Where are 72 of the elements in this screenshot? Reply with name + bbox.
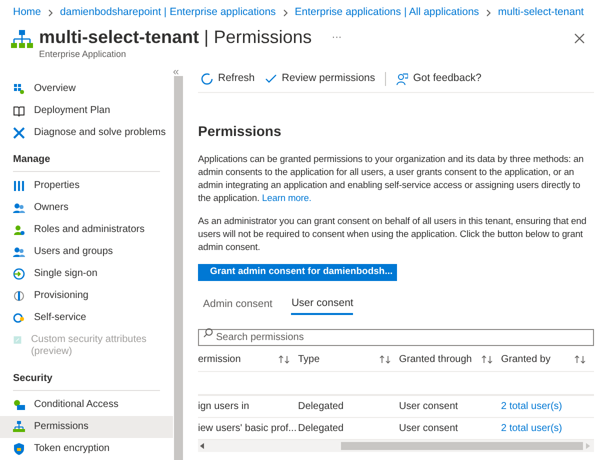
table-cell-text: User consent: [399, 422, 459, 436]
sidebar-item[interactable]: Roles and administrators: [0, 219, 173, 241]
column-header[interactable]: Type: [298, 352, 320, 367]
shield-icon: [13, 443, 25, 455]
app-icon: [11, 29, 33, 51]
breadcrumb-link[interactable]: multi-select-tenant: [498, 5, 584, 21]
people-icon: [13, 246, 25, 258]
granted-by-link[interactable]: 2 total user(s): [501, 421, 594, 436]
close-icon[interactable]: [574, 33, 585, 44]
chevron-icon: [48, 9, 54, 17]
checkmark-icon: [264, 73, 277, 85]
tab[interactable]: User consent: [291, 295, 354, 315]
table-cell-text: Delegated: [298, 400, 345, 414]
chevron-icon: [282, 9, 288, 17]
toolbar-button[interactable]: Refresh: [201, 71, 255, 87]
sidebar-item[interactable]: Provisioning: [0, 285, 173, 307]
tab[interactable]: Admin consent: [203, 295, 272, 315]
consent-note: As an administrator you can grant consent on behalf of all users in this tenant, ensuring that end users will not be required to consent when using the application. Click the button below to grant admin consent.: [198, 214, 588, 253]
toolbar-button[interactable]: Review permissions: [264, 71, 376, 87]
refresh-icon: [201, 73, 213, 85]
column-header[interactable]: ermission: [198, 352, 241, 367]
table-cell-text: User consent: [399, 400, 459, 414]
grid-icon: [13, 83, 25, 95]
page-title: multi-select-tenant | Permissions: [39, 26, 312, 48]
granted-by-link[interactable]: 2 total user(s): [501, 399, 594, 414]
sidebar-item[interactable]: Properties: [0, 175, 173, 197]
breadcrumb-link[interactable]: damienbodsharepoint | Enterprise applications: [60, 5, 276, 21]
feedback-icon: [396, 73, 408, 85]
collapse-button[interactable]: «: [172, 66, 179, 78]
section-heading: Security: [13, 371, 160, 391]
table-cell-text: ign users in: [198, 400, 250, 414]
scrollbar[interactable]: [174, 76, 183, 460]
sidebar-item[interactable]: Deployment Plan: [0, 100, 173, 122]
sort-icon[interactable]: [481, 355, 493, 364]
sort-icon[interactable]: [278, 355, 290, 364]
bars-icon: [13, 180, 25, 192]
sidebar-item[interactable]: Permissions: [0, 416, 173, 438]
table-cell-text: Delegated: [298, 422, 345, 436]
more-button[interactable]: ···: [332, 30, 342, 44]
grant-consent-button[interactable]: Grant admin consent for damienbodsh...: [198, 264, 397, 281]
sidebar-item[interactable]: Self-service: [0, 307, 173, 329]
sort-icon[interactable]: [574, 355, 586, 364]
sidebar-item[interactable]: Token encryption: [0, 438, 173, 460]
book-icon: [13, 105, 25, 117]
learn-more-link[interactable]: Learn more.: [262, 192, 312, 203]
chevron-icon: [486, 9, 492, 17]
search-icon: [203, 328, 213, 338]
breadcrumb-link[interactable]: Enterprise applications | All applications: [294, 5, 480, 21]
intro-paragraph: Applications can be granted permissions to your organization and its data by three methods: an admin consents to the application for all users, a user grants consent to the application, or an admin integrating an application and enabling self-service access or assigning users directly to the application. Learn more.: [198, 152, 585, 204]
table-cell-text: iew users' basic prof...: [198, 422, 298, 436]
page-subtitle: Enterprise Application: [39, 48, 128, 61]
column-header[interactable]: Granted by: [501, 352, 550, 367]
sidebar-item[interactable]: Diagnose and solve problems: [0, 122, 173, 144]
sidebar-item[interactable]: Single sign-on: [0, 263, 173, 285]
toolbar-button[interactable]: Got feedback?: [396, 71, 482, 87]
breadcrumb-link[interactable]: Home: [13, 5, 42, 21]
scroll-left-icon[interactable]: [198, 442, 206, 450]
section-heading: Manage: [13, 152, 160, 172]
column-header[interactable]: Granted through: [399, 352, 472, 367]
sort-icon[interactable]: [379, 355, 391, 364]
sidebar-item[interactable]: Overview: [0, 78, 173, 100]
people-icon: [13, 202, 25, 214]
person-icon: [13, 224, 25, 236]
hierarchy-icon: [13, 421, 25, 433]
sidebar-item[interactable]: Users and groups: [0, 241, 173, 263]
sidebar-item[interactable]: Conditional Access: [0, 394, 173, 416]
section-heading: Permissions: [198, 122, 282, 141]
tile-icon: [13, 334, 22, 346]
sidebar-item[interactable]: Owners: [0, 197, 173, 219]
scrollbar-thumb[interactable]: [341, 442, 583, 450]
search-field[interactable]: Search permissions: [198, 329, 594, 346]
sign-in-icon: [13, 268, 25, 280]
